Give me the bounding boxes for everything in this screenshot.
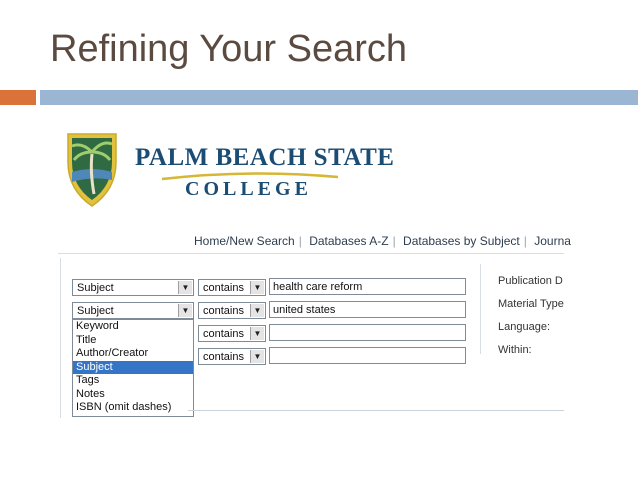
operator-select-2[interactable]: contains ▼ bbox=[198, 302, 266, 319]
chevron-down-icon: ▼ bbox=[178, 281, 192, 294]
search-term-input-1[interactable]: health care reform bbox=[269, 278, 466, 295]
database-nav: Home/New Search | Databases A-Z | Database… bbox=[194, 234, 571, 248]
logo-text-line2: COLLEGE bbox=[185, 178, 312, 200]
label-publication-date: Publication D bbox=[498, 275, 563, 287]
nav-divider bbox=[58, 253, 564, 254]
option-author-creator[interactable]: Author/Creator bbox=[73, 347, 193, 361]
nav-databases-a-z[interactable]: Databases A-Z bbox=[309, 234, 388, 248]
accent-bar-orange bbox=[0, 90, 36, 105]
nav-home-new-search[interactable]: Home/New Search bbox=[194, 234, 295, 248]
option-isbn[interactable]: ISBN (omit dashes) bbox=[73, 401, 193, 415]
option-tags[interactable]: Tags bbox=[73, 374, 193, 388]
college-logo: PALM BEACH STATE COLLEGE bbox=[60, 128, 394, 210]
field-select-1[interactable]: Subject ▼ bbox=[72, 279, 194, 296]
nav-databases-by-subject[interactable]: Databases by Subject bbox=[403, 234, 520, 248]
chevron-down-icon: ▼ bbox=[178, 304, 192, 317]
chevron-down-icon: ▼ bbox=[250, 281, 264, 294]
field-dropdown-list: Keyword Title Author/Creator Subject Tag… bbox=[72, 319, 194, 417]
chevron-down-icon: ▼ bbox=[250, 350, 264, 363]
operator-select-1[interactable]: contains ▼ bbox=[198, 279, 266, 296]
palm-tree-icon bbox=[67, 133, 117, 207]
search-term-input-2[interactable]: united states bbox=[269, 301, 466, 318]
option-title[interactable]: Title bbox=[73, 334, 193, 348]
label-material-type: Material Type bbox=[498, 298, 564, 310]
chevron-down-icon: ▼ bbox=[250, 327, 264, 340]
search-panel: Home/New Search | Databases A-Z | Database… bbox=[58, 228, 571, 418]
limits-divider bbox=[480, 264, 481, 354]
field-select-2[interactable]: Subject ▼ bbox=[72, 302, 194, 319]
slide-title: Refining Your Search bbox=[50, 28, 408, 70]
nav-journals[interactable]: Journa bbox=[534, 234, 571, 248]
search-term-input-3[interactable] bbox=[269, 324, 466, 341]
search-term-input-4[interactable] bbox=[269, 347, 466, 364]
logo-text-line1: PALM BEACH STATE bbox=[135, 144, 395, 171]
chevron-down-icon: ▼ bbox=[250, 304, 264, 317]
option-keyword[interactable]: Keyword bbox=[73, 320, 193, 334]
panel-bottom-border bbox=[188, 410, 564, 411]
label-within: Within: bbox=[498, 344, 532, 356]
accent-bar-blue bbox=[40, 90, 638, 105]
operator-select-3[interactable]: contains ▼ bbox=[198, 325, 266, 342]
option-notes[interactable]: Notes bbox=[73, 388, 193, 402]
operator-select-4[interactable]: contains ▼ bbox=[198, 348, 266, 365]
label-language: Language: bbox=[498, 321, 550, 333]
panel-border bbox=[60, 258, 61, 418]
option-subject[interactable]: Subject bbox=[73, 360, 193, 374]
